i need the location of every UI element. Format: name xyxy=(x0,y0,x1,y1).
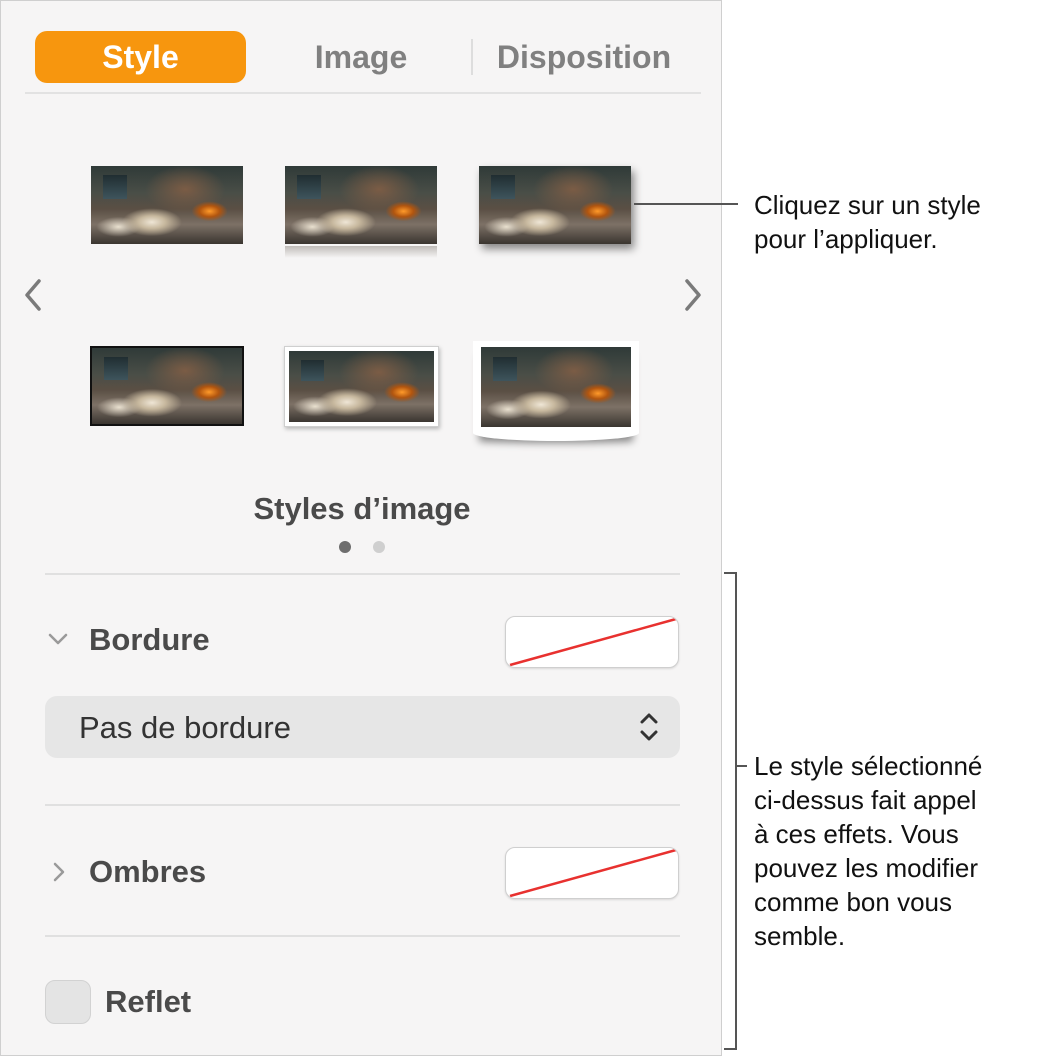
callout-line-text: pouvez les modifier xyxy=(754,853,978,883)
callout-line-text: Cliquez sur un style xyxy=(754,190,981,220)
tab-style[interactable]: Style xyxy=(35,31,246,83)
tab-image[interactable]: Image xyxy=(251,31,471,83)
callout-effects: Le style sélectionné ci-dessus fait appe… xyxy=(754,749,982,953)
image-styles-title: Styles d’image xyxy=(253,491,471,526)
border-section-label[interactable]: Bordure xyxy=(89,622,210,658)
chevron-left-icon[interactable] xyxy=(21,275,45,323)
section-divider xyxy=(45,804,680,806)
page-dot-1[interactable] xyxy=(339,541,351,553)
callout-bracket xyxy=(735,572,737,1050)
up-down-chevron-icon xyxy=(638,710,660,749)
thumb-photo xyxy=(289,351,434,422)
thumb-reflection xyxy=(285,246,437,258)
callout-line-text: Le style sélectionné xyxy=(754,751,983,781)
image-style-thumb-shadow[interactable] xyxy=(479,166,631,244)
callout-line-text: à ces effets. Vous xyxy=(754,819,959,849)
callout-line-text: semble. xyxy=(754,921,846,951)
image-style-thumb-border[interactable] xyxy=(90,346,244,426)
border-color-well[interactable] xyxy=(505,616,679,668)
shadow-color-well[interactable] xyxy=(505,847,679,899)
section-divider xyxy=(45,573,680,575)
section-divider xyxy=(45,935,680,937)
callout-line-text: pour l’appliquer. xyxy=(754,224,938,254)
format-inspector-panel: Style Image Disposition Styles d’image B… xyxy=(0,0,722,1056)
callout-apply-style: Cliquez sur un style pour l’appliquer. xyxy=(754,188,981,256)
reflection-checkbox[interactable] xyxy=(45,980,91,1024)
chevron-right-icon[interactable] xyxy=(681,275,705,323)
tab-bar-divider xyxy=(25,92,701,94)
border-style-value: Pas de bordure xyxy=(79,710,291,745)
callout-line-text: comme bon vous xyxy=(754,887,952,917)
image-style-thumb-plain[interactable] xyxy=(91,166,243,244)
tab-disposition[interactable]: Disposition xyxy=(475,31,693,83)
callout-bracket-tick xyxy=(737,765,747,767)
callout-bracket-top xyxy=(724,572,737,574)
thumb-photo xyxy=(481,347,631,427)
callout-bracket-bottom xyxy=(724,1048,737,1050)
reflection-label[interactable]: Reflet xyxy=(105,984,191,1020)
image-style-thumb-frame[interactable] xyxy=(284,346,439,427)
page-dot-2[interactable] xyxy=(373,541,385,553)
thumb-photo xyxy=(479,166,631,244)
shadows-section-label[interactable]: Ombres xyxy=(89,854,206,890)
callout-leader-line xyxy=(634,203,738,205)
image-style-thumb-reflection[interactable] xyxy=(285,166,437,260)
thumb-photo xyxy=(91,166,243,244)
image-style-thumb-curl[interactable] xyxy=(473,341,639,441)
thumb-photo xyxy=(285,166,437,244)
chevron-right-small-icon[interactable] xyxy=(51,861,67,888)
tab-separator xyxy=(471,39,473,75)
callout-line-text: ci-dessus fait appel xyxy=(754,785,977,815)
border-style-popup[interactable]: Pas de bordure xyxy=(45,696,680,758)
thumb-photo xyxy=(90,346,244,426)
chevron-down-icon[interactable] xyxy=(47,628,69,652)
